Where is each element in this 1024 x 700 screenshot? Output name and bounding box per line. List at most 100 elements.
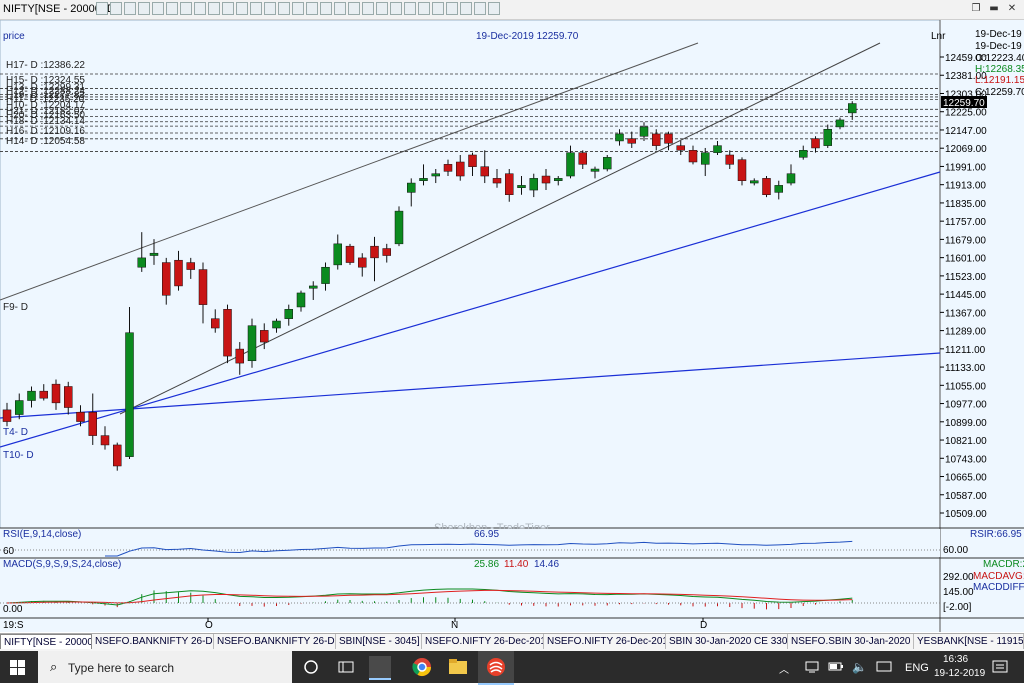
rectangle-icon[interactable] (236, 2, 248, 15)
store-app-icon[interactable] (369, 656, 391, 680)
redo-icon[interactable] (306, 2, 318, 15)
info-high: H:12268.35 (975, 64, 1024, 75)
zoom-in-icon[interactable] (96, 2, 108, 15)
x-label-dec: D (700, 620, 707, 631)
minimize-icon[interactable]: ▬ (987, 2, 1001, 16)
bear-candle (162, 262, 171, 296)
trendline-icon[interactable] (166, 2, 178, 15)
bull-candle (603, 157, 612, 170)
ellipse-icon[interactable] (250, 2, 262, 15)
horizontal-line-icon[interactable] (152, 2, 164, 15)
tab-nifty-opt[interactable]: NSEFO.NIFTY 26-Dec-2019 CE (544, 634, 666, 649)
file-explorer-icon[interactable] (448, 658, 468, 675)
price-axis[interactable]: 12459.0012381.0012303.0012225.0012147.00… (940, 53, 987, 520)
price-tick-label: 11601.00 (945, 254, 986, 265)
window-titlebar: NIFTY[NSE - 20000] D ❐ ▬ ✕ (0, 0, 1024, 20)
crosshair-icon[interactable] (124, 2, 136, 15)
clock-date[interactable]: 19-12-2019 (934, 668, 985, 700)
windows-taskbar: ⌕ Type here to search ︿ 🔈 ENG 16:36 19-1… (0, 651, 1024, 685)
bear-candle (627, 138, 636, 144)
price-tick-label: 11991.00 (945, 162, 986, 173)
bull-candle (333, 243, 342, 266)
channel-icon[interactable] (180, 2, 192, 15)
notifications-icon[interactable] (876, 660, 892, 692)
network-icon[interactable] (805, 661, 819, 693)
copy-icon[interactable] (348, 2, 360, 15)
indicator-icon[interactable] (376, 2, 388, 15)
tab-sbin-opt[interactable]: NSEFO.SBIN 30-Jan-2020 300( (788, 634, 914, 649)
refresh-icon[interactable] (320, 2, 332, 15)
bear-candle (443, 164, 453, 172)
bull-candle (272, 320, 281, 329)
bull-candle (149, 252, 159, 256)
close-icon[interactable]: ✕ (1005, 2, 1019, 16)
action-center-icon[interactable] (992, 660, 1008, 692)
info-open: O:12223.40 (975, 53, 1024, 64)
bear-candle (811, 138, 820, 149)
restore-icon[interactable]: ❐ (969, 2, 983, 16)
battery-icon[interactable] (828, 660, 844, 692)
tab-nifty-fut[interactable]: NSEFO.NIFTY 26-Dec-2019 CE (422, 634, 544, 649)
print-icon[interactable] (334, 2, 346, 15)
undo-icon[interactable] (292, 2, 304, 15)
bull-candle (786, 173, 796, 184)
tradetiger-icon (487, 658, 505, 676)
macd-value-2: 11.40 (504, 559, 529, 570)
zoom-out-icon[interactable] (110, 2, 122, 15)
price-tick-label: 10977.00 (945, 400, 987, 411)
tab-sbin[interactable]: SBIN[NSE - 3045] D (336, 634, 422, 649)
rsi-right-tick: 60.00 (943, 545, 968, 556)
tab-nifty[interactable]: NIFTY[NSE - 20000] D (0, 634, 92, 649)
chrome-icon[interactable] (412, 657, 432, 677)
template-icon[interactable] (404, 2, 416, 15)
grid-icon[interactable] (418, 2, 430, 15)
windows-start-icon[interactable] (10, 660, 25, 675)
bear-candle (468, 154, 477, 167)
bull-candle (125, 332, 134, 457)
taskbar-search-box[interactable]: ⌕ Type here to search (38, 651, 292, 683)
info-date-1: 19-Dec-19 (975, 29, 1022, 40)
tab-banknifty-fut[interactable]: NSEFO.BANKNIFTY 26-Dec-20 (92, 634, 214, 649)
bull-candle (407, 182, 416, 193)
rsi-panel[interactable] (0, 529, 940, 557)
bear-candle (186, 262, 195, 270)
price-tick-label: 12147.00 (945, 126, 987, 137)
tab-sbin-ce[interactable]: SBIN 30-Jan-2020 CE 330[NSE (666, 634, 788, 649)
line-tool-icon[interactable] (138, 2, 150, 15)
tab-banknifty-opt[interactable]: NSEFO.BANKNIFTY 26-Dec-20 (214, 634, 336, 649)
settings-icon[interactable] (474, 2, 486, 15)
help-icon[interactable] (488, 2, 500, 15)
task-view-icon[interactable] (304, 660, 318, 674)
price-tick-label: 11367.00 (945, 308, 986, 319)
magnifier-icon[interactable] (264, 2, 276, 15)
tray-chevron-icon[interactable]: ︿ (779, 661, 789, 693)
language-indicator[interactable]: ENG (905, 662, 929, 694)
chart-area[interactable]: price 19-Dec-2019 12259.70 Lnr Sharekhan… (0, 19, 1024, 632)
info-close: C:12259.70 (975, 87, 1024, 98)
tradetiger-taskbar-button[interactable] (478, 651, 514, 685)
macd-tick-1: 292.00 (943, 572, 974, 583)
tab-yesbank[interactable]: YESBANK[NSE - 11915] D (914, 634, 1024, 649)
text-tool-icon[interactable] (208, 2, 220, 15)
bear-candle (88, 411, 97, 436)
price-tick-label: 10743.00 (945, 454, 987, 465)
delete-icon[interactable] (460, 2, 472, 15)
bull-candle (517, 185, 526, 188)
price-tick-label: 10899.00 (945, 418, 987, 429)
volume-icon[interactable]: 🔈 (852, 660, 867, 692)
macd-tick-3: [-2.00] (943, 602, 972, 613)
pan-icon[interactable] (278, 2, 290, 15)
chart-properties-icon[interactable] (362, 2, 374, 15)
arrow-tool-icon[interactable] (222, 2, 234, 15)
timeline-icon[interactable] (338, 660, 354, 674)
bull-candle (554, 178, 563, 181)
zoom-area-icon[interactable] (432, 2, 444, 15)
fibonacci-icon[interactable] (194, 2, 206, 15)
price-chart[interactable]: price 19-Dec-2019 12259.70 Lnr Sharekhan… (0, 19, 1024, 632)
bear-candle (64, 386, 73, 408)
reset-zoom-icon[interactable] (446, 2, 458, 15)
compare-icon[interactable] (390, 2, 402, 15)
info-date-2: 19-Dec-19 (975, 41, 1022, 52)
bear-candle (174, 259, 183, 287)
bear-candle (505, 173, 514, 195)
